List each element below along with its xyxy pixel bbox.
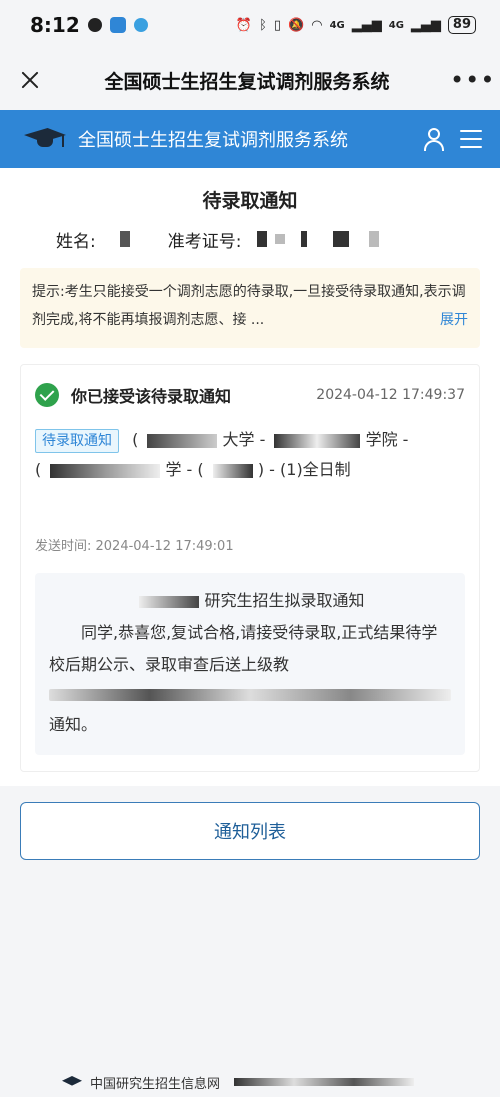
signal-icon-1: ▂▄▆ [351,17,382,33]
message-redacted-line [49,689,451,701]
name-label: 姓名: [56,231,96,252]
send-time-row: 发送时间: 2024-04-12 17:49:01 [35,535,465,559]
send-time-value: 2024-04-12 17:49:01 [95,539,234,554]
program-text-1a: ( [132,430,139,449]
notice-title: 待录取通知 [202,190,298,212]
spacer [0,772,500,786]
signal-icon-2: ▂▄▆ [410,17,441,33]
signal-label-2: 4G [388,19,404,31]
send-time-label: 发送时间: [35,539,96,554]
program-info: 待录取通知 ( 大学 - 学院 - ( 学 - ( ) - (1)全日制 [35,425,465,485]
college-redacted [274,433,361,448]
major-redacted [50,463,161,478]
qq-icon [87,18,102,32]
message-box: 研究生招生拟录取通知 同学,恭喜您,复试合格,请接受待录取,正式结果待学校后期公… [35,573,465,755]
page-title: 全国硕士生招生复试调剂服务系统 [104,70,390,93]
footer-text[interactable]: 中国研究生招生信息网 [90,1073,220,1092]
bluetooth-icon: ᛒ [259,17,267,33]
candidate-info: 姓名: 准考证号: [0,226,500,252]
status-right: ⏰ ᛒ ▯ 🔕 ◠ 4G ▂▄▆ 4G ▂▄▆ 89 [236,16,476,34]
footer: 中国研究生招生信息网 [0,1067,500,1097]
site-header: 全国硕士生招生复试调剂服务系统 [0,110,500,168]
exam-id-label: 准考证号: [167,231,242,252]
exam-id-redacted-1 [257,231,268,247]
menu-icon[interactable] [460,130,482,148]
status-bar: 8:12 ⏰ ᛒ ▯ 🔕 ◠ 4G ▂▄▆ 4G ▂▄▆ 89 [0,0,500,50]
footer-redacted [234,1078,415,1086]
vibrate-icon: ▯ [273,17,282,33]
notice-card: 你已接受该待录取通知 2024-04-12 17:49:37 待录取通知 ( 大… [20,364,480,772]
browser-icon [133,18,148,32]
school-redacted [147,433,218,448]
signal-label-1: 4G [329,19,345,31]
message-end: 通知。 [49,715,98,734]
message-title-row: 研究生招生拟录取通知 [49,585,451,617]
exam-id-redacted-5 [369,231,380,247]
title-bar: 全国硕士生招生复试调剂服务系统 ••• [0,50,500,110]
exam-id-redacted-2 [275,234,286,244]
alarm-icon: ⏰ [235,17,253,33]
more-options-icon[interactable]: ••• [450,68,494,92]
footer-logo-icon [62,1076,82,1086]
accept-time: 2024-04-12 17:49:37 [316,387,465,403]
exam-id-redacted-4 [333,231,350,247]
status-left: 8:12 [30,13,148,37]
tip-expand-link[interactable]: 展开 [440,306,468,334]
mute-icon: 🔕 [288,17,305,33]
graduation-cap-icon [22,124,68,154]
main-content: 待录取通知 姓名: 准考证号: 提示:考生只能接受一个调剂志愿的待录取,一旦接受… [0,168,500,786]
accept-status: 你已接受该待录取通知 [71,387,232,406]
wifi-icon: ◠ [311,17,323,33]
status-badge: 待录取通知 [35,428,119,453]
check-circle-icon [35,383,59,407]
program-text-1c: 学院 - [365,430,409,449]
app-icon [109,17,126,33]
battery-indicator: 89 [447,16,476,34]
name-redacted [119,231,130,247]
program-text-2b: 学 - ( [165,460,204,479]
message-title: 研究生招生拟录取通知 [204,591,365,610]
status-time: 8:12 [30,13,80,37]
message-school-redacted [139,595,200,608]
close-icon[interactable] [16,66,44,94]
program-text-2c: ) - (1)全日制 [257,460,351,479]
program-text-2a: ( [35,460,42,479]
notice-list-button[interactable]: 通知列表 [20,802,480,860]
exam-id-redacted-3 [301,231,308,247]
site-title: 全国硕士生招生复试调剂服务系统 [78,130,348,151]
message-body: 同学,恭喜您,复试合格,请接受待录取,正式结果待学校后期公示、录取审查后送上级教 [49,623,438,674]
user-icon[interactable] [422,127,446,151]
tip-box: 提示:考生只能接受一个调剂志愿的待录取,一旦接受待录取通知,表示调剂完成,将不能… [20,268,480,348]
program-text-1b: 大学 - [222,430,271,449]
tip-text: 提示:考生只能接受一个调剂志愿的待录取,一旦接受待录取通知,表示调剂完成,将不能… [32,284,466,328]
direction-redacted [212,463,253,478]
card-header: 你已接受该待录取通知 2024-04-12 17:49:37 [35,379,465,411]
